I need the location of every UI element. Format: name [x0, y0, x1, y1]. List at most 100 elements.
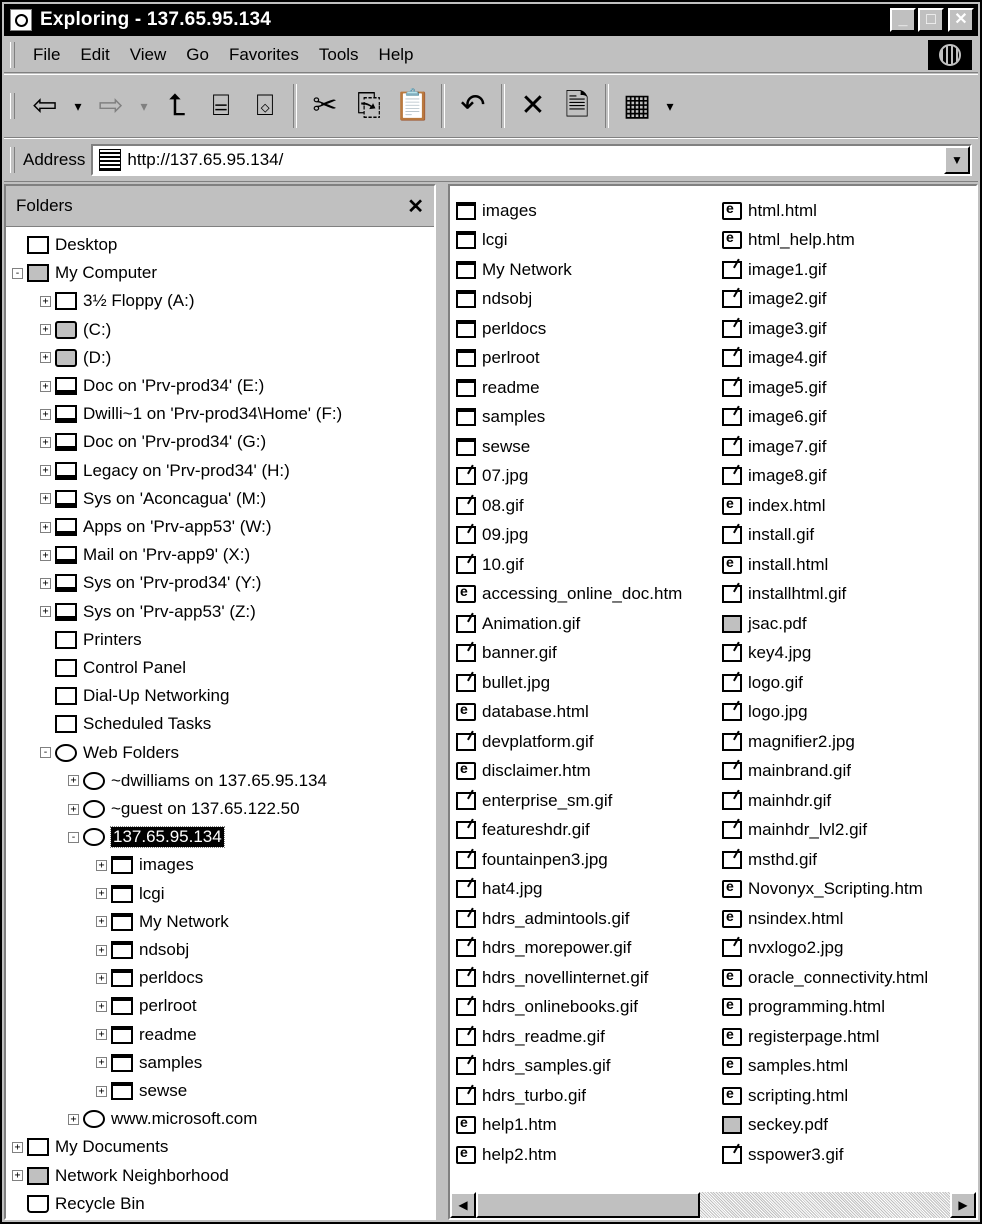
file-item[interactable]: html_help.htm: [722, 226, 928, 256]
file-item[interactable]: enterprise_sm.gif: [456, 786, 682, 816]
tree-item[interactable]: - My Computer: [12, 259, 157, 287]
menu-tools[interactable]: Tools: [309, 45, 369, 65]
file-item[interactable]: hdrs_turbo.gif: [456, 1081, 682, 1111]
file-item[interactable]: image1.gif: [722, 255, 928, 285]
expand-icon[interactable]: +: [96, 1029, 107, 1041]
file-item[interactable]: Novonyx_Scripting.htm: [722, 875, 928, 905]
expand-icon[interactable]: +: [96, 888, 107, 900]
file-item[interactable]: featureshdr.gif: [456, 816, 682, 846]
expand-icon[interactable]: +: [40, 577, 51, 589]
file-item[interactable]: jsac.pdf: [722, 609, 928, 639]
expand-icon[interactable]: +: [68, 775, 79, 787]
file-item[interactable]: samples.html: [722, 1052, 928, 1082]
tree-item[interactable]: - 137.65.95.134: [68, 823, 225, 851]
file-item[interactable]: hdrs_morepower.gif: [456, 934, 682, 964]
views-button[interactable]: ▦: [615, 84, 659, 128]
menu-edit[interactable]: Edit: [70, 45, 119, 65]
tree-item[interactable]: + perldocs: [96, 964, 203, 992]
expand-icon[interactable]: +: [40, 408, 51, 420]
tree-item[interactable]: + (D:): [40, 344, 111, 372]
tree-item[interactable]: Printers: [40, 626, 142, 654]
expand-icon[interactable]: +: [96, 859, 107, 871]
file-item[interactable]: nsindex.html: [722, 904, 928, 934]
expand-icon[interactable]: +: [96, 1000, 107, 1012]
file-item[interactable]: mainbrand.gif: [722, 757, 928, 787]
scroll-thumb[interactable]: [476, 1192, 700, 1218]
file-item[interactable]: devplatform.gif: [456, 727, 682, 757]
tree-item[interactable]: + (C:): [40, 316, 111, 344]
file-item[interactable]: index.html: [722, 491, 928, 521]
collapse-icon[interactable]: -: [40, 747, 51, 759]
file-item[interactable]: disclaimer.htm: [456, 757, 682, 787]
tree-item[interactable]: Desktop: [12, 231, 117, 259]
menu-grip[interactable]: [10, 42, 15, 68]
file-item[interactable]: hdrs_novellinternet.gif: [456, 963, 682, 993]
file-item[interactable]: image5.gif: [722, 373, 928, 403]
file-item[interactable]: programming.html: [722, 993, 928, 1023]
file-item[interactable]: install.html: [722, 550, 928, 580]
tree-item[interactable]: + Sys on 'Prv-prod34' (Y:): [40, 569, 261, 597]
file-item[interactable]: bullet.jpg: [456, 668, 682, 698]
tree-item[interactable]: - Web Folders: [40, 739, 179, 767]
disconnect-drive-button[interactable]: ⌺: [243, 84, 287, 128]
expand-icon[interactable]: +: [40, 352, 51, 364]
tree-item[interactable]: Dial-Up Networking: [40, 682, 229, 710]
undo-button[interactable]: ↶: [451, 84, 495, 128]
tree-item[interactable]: + ~guest on 137.65.122.50: [68, 795, 300, 823]
menu-view[interactable]: View: [120, 45, 177, 65]
tree-item[interactable]: + Legacy on 'Prv-prod34' (H:): [40, 457, 290, 485]
up-folder-button[interactable]: ⮤: [155, 84, 199, 128]
tree-item[interactable]: + ~dwilliams on 137.65.95.134: [68, 767, 327, 795]
scroll-right-button[interactable]: ▶: [950, 1192, 976, 1218]
address-input[interactable]: http://137.65.95.134/ ▼: [91, 144, 972, 176]
file-item[interactable]: hdrs_onlinebooks.gif: [456, 993, 682, 1023]
file-item[interactable]: sspower3.gif: [722, 1140, 928, 1170]
file-item[interactable]: image2.gif: [722, 285, 928, 315]
expand-icon[interactable]: +: [40, 436, 51, 448]
minimize-button[interactable]: _: [890, 8, 916, 32]
file-item[interactable]: perlroot: [456, 344, 682, 374]
tree-item[interactable]: + My Documents: [12, 1133, 168, 1161]
file-item[interactable]: My Network: [456, 255, 682, 285]
back-button[interactable]: ⇦: [23, 84, 67, 128]
folders-pane-close-button[interactable]: ✕: [407, 194, 424, 219]
expand-icon[interactable]: +: [68, 803, 79, 815]
file-item[interactable]: install.gif: [722, 521, 928, 551]
file-item[interactable]: oracle_connectivity.html: [722, 963, 928, 993]
forward-button[interactable]: ⇨: [89, 84, 133, 128]
file-item[interactable]: sewse: [456, 432, 682, 462]
file-item[interactable]: installhtml.gif: [722, 580, 928, 610]
tree-item[interactable]: + Network Neighborhood: [12, 1162, 229, 1190]
file-item[interactable]: hdrs_readme.gif: [456, 1022, 682, 1052]
file-item[interactable]: logo.jpg: [722, 698, 928, 728]
maximize-button[interactable]: □: [918, 8, 944, 32]
delete-button[interactable]: ✕: [511, 84, 555, 128]
file-item[interactable]: ndsobj: [456, 285, 682, 315]
file-item[interactable]: mainhdr.gif: [722, 786, 928, 816]
file-item[interactable]: samples: [456, 403, 682, 433]
tree-item[interactable]: + Mail on 'Prv-app9' (X:): [40, 541, 250, 569]
address-value[interactable]: http://137.65.95.134/: [127, 150, 283, 170]
properties-button[interactable]: 🗎: [555, 84, 599, 128]
file-item[interactable]: image3.gif: [722, 314, 928, 344]
file-item[interactable]: 10.gif: [456, 550, 682, 580]
file-item[interactable]: lcgi: [456, 226, 682, 256]
cut-button[interactable]: ✂: [303, 84, 347, 128]
file-item[interactable]: 08.gif: [456, 491, 682, 521]
tree-item[interactable]: Scheduled Tasks: [40, 710, 211, 738]
tree-item[interactable]: + Doc on 'Prv-prod34' (G:): [40, 428, 266, 456]
expand-icon[interactable]: +: [40, 465, 51, 477]
scroll-left-button[interactable]: ◀: [450, 1192, 476, 1218]
file-item[interactable]: help2.htm: [456, 1140, 682, 1170]
expand-icon[interactable]: +: [40, 606, 51, 618]
expand-icon[interactable]: +: [40, 380, 51, 392]
expand-icon[interactable]: +: [40, 549, 51, 561]
file-item[interactable]: key4.jpg: [722, 639, 928, 669]
tree-item[interactable]: + lcgi: [96, 880, 165, 908]
expand-icon[interactable]: +: [40, 521, 51, 533]
file-item[interactable]: banner.gif: [456, 639, 682, 669]
expand-icon[interactable]: +: [68, 1113, 79, 1125]
tree-item[interactable]: + Sys on 'Aconcagua' (M:): [40, 485, 266, 513]
file-item[interactable]: 09.jpg: [456, 521, 682, 551]
tree-item[interactable]: +3½ Floppy (A:): [40, 287, 195, 315]
